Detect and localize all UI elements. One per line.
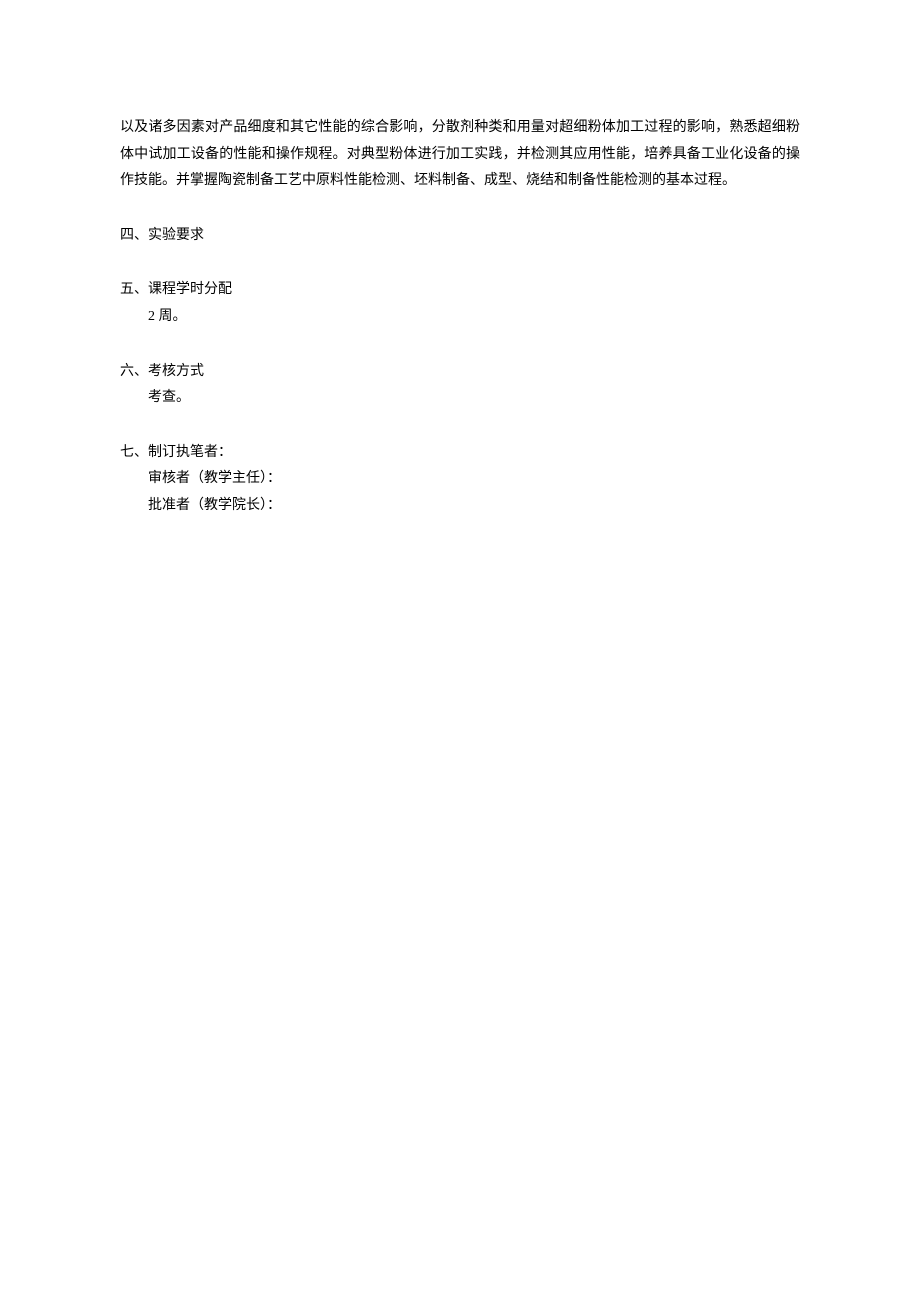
section-5-title: 五、课程学时分配 <box>120 277 800 304</box>
section-4: 四、实验要求 <box>120 223 800 250</box>
intro-paragraph: 以及诸多因素对产品细度和其它性能的综合影响，分散剂种类和用量对超细粉体加工过程的… <box>120 115 800 195</box>
section-6: 六、考核方式 考查。 <box>120 359 800 412</box>
section-5-number: 2 <box>148 309 155 324</box>
section-5-text: 周。 <box>155 309 187 324</box>
section-5-content: 2 周。 <box>120 304 800 331</box>
section-5: 五、课程学时分配 2 周。 <box>120 277 800 330</box>
section-4-title: 四、实验要求 <box>120 223 800 250</box>
section-7-line1: 审核者（教学主任）： <box>120 466 800 493</box>
section-7: 七、制订执笔者： 审核者（教学主任）： 批准者（教学院长）： <box>120 440 800 520</box>
section-7-title: 七、制订执笔者： <box>120 440 800 467</box>
section-6-content: 考查。 <box>120 385 800 412</box>
section-7-line2: 批准者（教学院长）： <box>120 493 800 520</box>
section-6-title: 六、考核方式 <box>120 359 800 386</box>
